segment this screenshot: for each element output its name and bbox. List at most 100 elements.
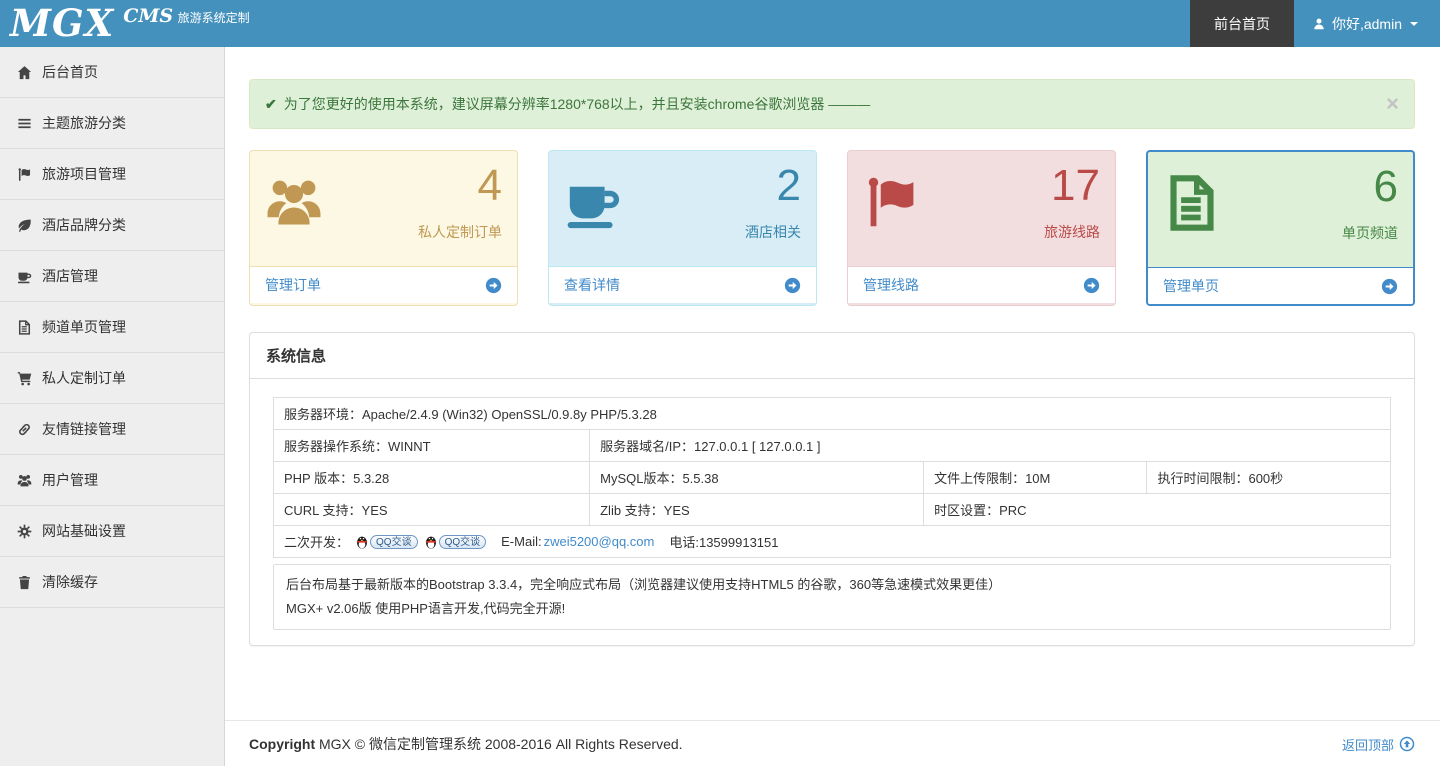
sidebar-item-channel-page[interactable]: 频道单页管理 (0, 302, 224, 353)
system-info-table: 服务器环境：Apache/2.4.9 (Win32) OpenSSL/0.9.8… (273, 397, 1391, 558)
qq-chat-badge[interactable]: QQ交谈 (356, 535, 418, 549)
sidebar-item-theme-travel-category[interactable]: 主题旅游分类 (0, 98, 224, 149)
sidebar-item-hotel-management[interactable]: 酒店管理 (0, 251, 224, 302)
check-icon: ✔ (265, 96, 277, 113)
file-text-icon (1163, 164, 1221, 255)
close-icon[interactable]: × (1386, 97, 1399, 111)
alert-message: 为了您更好的使用本系统，建议屏幕分辨率1280*768以上，并且安装chrome… (284, 94, 871, 114)
table-row: PHP 版本：5.3.28 MySQL版本：5.5.38 文件上传限制：10M … (274, 462, 1391, 494)
curl-support-cell: CURL 支持：YES (274, 494, 590, 526)
php-version-cell: PHP 版本：5.3.28 (274, 462, 590, 494)
view-details-link[interactable]: 查看详情 (549, 266, 816, 303)
card-action-label: 管理订单 (265, 275, 321, 295)
back-to-top-link[interactable]: 返回顶部 (1342, 735, 1415, 754)
stat-cards-row: 4 私人定制订单 管理订单 (249, 150, 1415, 306)
sidebar-item-friend-links[interactable]: 友情链接管理 (0, 404, 224, 455)
sidebar-item-label: 友情链接管理 (42, 419, 126, 439)
user-icon (1312, 17, 1326, 31)
table-row: 二次开发： QQ交谈 QQ交谈 E-Mail: (274, 526, 1391, 558)
users-icon (265, 163, 323, 254)
sidebar-item-hotel-brand-category[interactable]: 酒店品牌分类 (0, 200, 224, 251)
page-footer: Copyright MGX © 微信定制管理系统 2008-2016 All R… (225, 720, 1440, 766)
server-env-cell: 服务器环境：Apache/2.4.9 (Win32) OpenSSL/0.9.8… (274, 398, 1391, 430)
stat-label: 酒店相关 (745, 222, 801, 242)
leaf-icon (15, 218, 34, 233)
sidebar-item-label: 酒店管理 (42, 266, 98, 286)
sidebar-item-label: 网站基础设置 (42, 521, 126, 541)
copyright-word: Copyright (249, 736, 315, 752)
sidebar-item-dashboard[interactable]: 后台首页 (0, 47, 224, 98)
stat-card-body: 2 酒店相关 (549, 151, 816, 266)
bars-icon (15, 116, 34, 131)
app-logo: MGX CMS 旅游系统定制 (0, 0, 250, 47)
server-ip-cell: 服务器域名/IP：127.0.0.1 [ 127.0.0.1 ] (590, 430, 1391, 462)
sidebar-item-private-orders[interactable]: 私人定制订单 (0, 353, 224, 404)
logo-tagline: 旅游系统定制 (178, 11, 250, 25)
stat-value: 6 (1374, 164, 1398, 210)
zlib-support-cell: Zlib 支持：YES (590, 494, 924, 526)
email-link[interactable]: zwei5200@qq.com (544, 534, 655, 549)
stat-card-travel-routes: 17 旅游线路 管理线路 (847, 150, 1116, 306)
stat-card-private-orders: 4 私人定制订单 管理订单 (249, 150, 518, 306)
qq-penguin-icon (425, 535, 437, 549)
home-icon (15, 65, 34, 80)
arrow-circle-right-icon (1083, 277, 1100, 294)
sidebar-item-label: 主题旅游分类 (42, 113, 126, 133)
cart-icon (15, 371, 34, 386)
exec-time-cell: 执行时间限制：600秒 (1147, 462, 1391, 494)
phone-text: 电话:13599913151 (669, 532, 778, 551)
table-row: 服务器操作系统：WINNT 服务器域名/IP：127.0.0.1 [ 127.0… (274, 430, 1391, 462)
sidebar-item-user-management[interactable]: 用户管理 (0, 455, 224, 506)
success-alert: ✔ 为了您更好的使用本系统，建议屏幕分辨率1280*768以上，并且安装chro… (249, 79, 1415, 129)
stat-value: 17 (1051, 163, 1100, 209)
file-text-icon (15, 320, 34, 335)
stat-card-body: 4 私人定制订单 (250, 151, 517, 266)
email-label: E-Mail: (501, 534, 541, 549)
manage-orders-link[interactable]: 管理订单 (250, 266, 517, 303)
dev-contact-cell: 二次开发： QQ交谈 QQ交谈 E-Mail: (274, 526, 1391, 558)
sidebar-item-site-settings[interactable]: 网站基础设置 (0, 506, 224, 557)
card-action-label: 管理线路 (863, 275, 919, 295)
system-note-box: 后台布局基于最新版本的Bootstrap 3.3.4，完全响应式布局（浏览器建议… (273, 564, 1391, 630)
panel-title: 系统信息 (250, 333, 1414, 379)
coffee-icon (564, 163, 622, 254)
sidebar-item-label: 用户管理 (42, 470, 98, 490)
sidebar-item-travel-project[interactable]: 旅游项目管理 (0, 149, 224, 200)
copyright-text: Copyright MGX © 微信定制管理系统 2008-2016 All R… (249, 734, 683, 754)
manage-pages-link[interactable]: 管理单页 (1148, 267, 1413, 304)
back-to-top-label: 返回顶部 (1342, 735, 1394, 754)
sidebar-item-label: 旅游项目管理 (42, 164, 126, 184)
stat-card-body: 6 单页频道 (1148, 152, 1413, 267)
stat-label: 单页频道 (1342, 223, 1398, 243)
qq-chat-badge[interactable]: QQ交谈 (425, 535, 487, 549)
user-menu[interactable]: 你好,admin (1294, 0, 1440, 47)
main-content: ✔ 为了您更好的使用本系统，建议屏幕分辨率1280*768以上，并且安装chro… (225, 47, 1440, 766)
chevron-down-icon (1410, 22, 1418, 26)
table-row: CURL 支持：YES Zlib 支持：YES 时区设置：PRC (274, 494, 1391, 526)
link-icon (15, 422, 34, 437)
stat-card-body: 17 旅游线路 (848, 151, 1115, 266)
sidebar-item-label: 后台首页 (42, 62, 98, 82)
sidebar-nav: 后台首页 主题旅游分类 旅游项目管理 酒店品牌分类 酒店管理 (0, 47, 225, 766)
sidebar-item-clear-cache[interactable]: 清除缓存 (0, 557, 224, 608)
front-home-link[interactable]: 前台首页 (1190, 0, 1294, 47)
stat-card-single-pages: 6 单页频道 管理单页 (1146, 150, 1415, 306)
gear-icon (15, 524, 34, 539)
sidebar-item-label: 私人定制订单 (42, 368, 126, 388)
stat-label: 旅游线路 (1044, 222, 1100, 242)
dev-label: 二次开发： (284, 532, 349, 551)
sidebar-item-label: 频道单页管理 (42, 317, 126, 337)
copyright-rest: MGX © 微信定制管理系统 2008-2016 All Rights Rese… (315, 736, 682, 752)
card-action-label: 查看详情 (564, 275, 620, 295)
note-line-2: MGX+ v2.06版 使用PHP语言开发,代码完全开源! (286, 597, 1378, 621)
user-greeting: 你好,admin (1332, 14, 1402, 34)
users-icon (15, 473, 34, 488)
logo-subtitle-block: CMS 旅游系统定制 (123, 1, 249, 27)
arrow-circle-up-icon (1399, 736, 1415, 752)
header-nav: 前台首页 你好,admin (1190, 0, 1440, 47)
system-info-panel: 系统信息 服务器环境：Apache/2.4.9 (Win32) OpenSSL/… (249, 332, 1415, 646)
top-header: MGX CMS 旅游系统定制 前台首页 你好,admin (0, 0, 1440, 47)
flag-icon (15, 167, 34, 182)
manage-routes-link[interactable]: 管理线路 (848, 266, 1115, 303)
upload-limit-cell: 文件上传限制：10M (924, 462, 1147, 494)
